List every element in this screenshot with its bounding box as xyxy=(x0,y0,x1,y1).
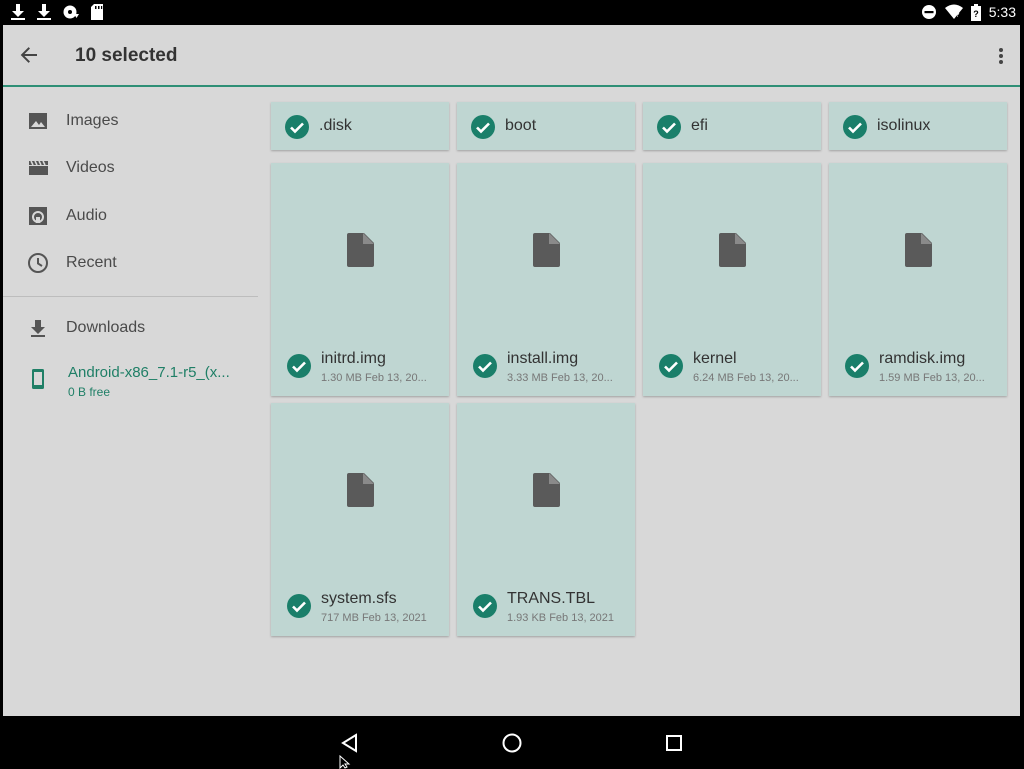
device-name: Android-x86_7.1-r5_(x... xyxy=(68,364,230,381)
file-name: ramdisk.img xyxy=(879,350,966,367)
download-icon xyxy=(31,320,45,337)
drawer-item-recent[interactable]: Recent xyxy=(3,242,258,286)
drawer-item-device[interactable]: Android-x86_7.1-r5_(x... 0 B free xyxy=(3,354,258,410)
files-app: 10 selected Images Videos Audio Recent D… xyxy=(3,25,1020,716)
file-name: initrd.img xyxy=(321,350,386,367)
file-tile[interactable]: ramdisk.img 1.59 MB Feb 13, 20... xyxy=(829,163,1007,396)
file-tile[interactable]: system.sfs 717 MB Feb 13, 2021 xyxy=(271,403,449,636)
status-bar: ? ? 5:33 xyxy=(0,0,1024,25)
document-icon xyxy=(533,473,560,507)
nav-recents-button[interactable] xyxy=(663,732,685,754)
file-name: install.img xyxy=(507,350,579,367)
file-name: kernel xyxy=(693,350,737,367)
folder-tile[interactable]: boot xyxy=(457,102,635,150)
check-circle-icon xyxy=(473,594,497,618)
file-name: TRANS.TBL xyxy=(507,590,596,607)
selection-count-title: 10 selected xyxy=(75,45,178,66)
file-meta: 3.33 MB Feb 13, 20... xyxy=(507,372,613,384)
svg-text:?: ? xyxy=(973,9,979,19)
folder-name: .disk xyxy=(319,117,352,134)
check-circle-icon xyxy=(285,115,309,139)
svg-text:?: ? xyxy=(955,12,959,19)
image-icon xyxy=(29,113,47,129)
check-circle-icon xyxy=(659,354,683,378)
check-circle-icon xyxy=(657,115,681,139)
more-options-button[interactable] xyxy=(994,45,1008,67)
clock-icon xyxy=(28,253,48,273)
more-vert-icon xyxy=(999,48,1003,64)
device-free-space: 0 B free xyxy=(68,385,111,399)
file-meta: 1.93 KB Feb 13, 2021 xyxy=(507,612,615,624)
drawer-item-downloads[interactable]: Downloads xyxy=(3,307,258,351)
file-tile[interactable]: kernel 6.24 MB Feb 13, 20... xyxy=(643,163,821,396)
document-icon xyxy=(347,473,374,507)
home-icon xyxy=(502,733,522,753)
file-name: system.sfs xyxy=(321,590,397,607)
drawer-item-label: Audio xyxy=(66,207,107,224)
phone-icon xyxy=(32,369,44,389)
drawer-item-audio[interactable]: Audio xyxy=(3,195,258,239)
check-circle-icon xyxy=(845,354,869,378)
drawer-item-videos[interactable]: Videos xyxy=(3,147,258,191)
do-not-disturb-icon xyxy=(921,4,937,20)
battery-icon: ? xyxy=(970,3,981,21)
roots-drawer: Images Videos Audio Recent Downloads And… xyxy=(3,89,258,716)
folder-name: boot xyxy=(505,117,537,134)
folder-name: efi xyxy=(691,117,708,134)
audio-icon xyxy=(29,207,47,225)
back-icon xyxy=(341,733,357,753)
file-meta: 1.59 MB Feb 13, 20... xyxy=(879,372,985,384)
folder-tile[interactable]: .disk xyxy=(271,102,449,150)
file-meta: 717 MB Feb 13, 2021 xyxy=(321,612,427,624)
drawer-item-images[interactable]: Images xyxy=(3,100,258,144)
file-grid: .disk boot efi isolinux initrd.img 1.30 … xyxy=(258,89,1020,716)
folder-tile[interactable]: efi xyxy=(643,102,821,150)
file-tile[interactable]: TRANS.TBL 1.93 KB Feb 13, 2021 xyxy=(457,403,635,636)
check-circle-icon xyxy=(843,115,867,139)
sd-card-icon xyxy=(90,3,104,21)
download-icon xyxy=(36,3,52,21)
file-meta: 6.24 MB Feb 13, 20... xyxy=(693,372,799,384)
system-nav-bar xyxy=(0,716,1024,768)
mouse-cursor-icon xyxy=(339,755,351,769)
download-icon xyxy=(10,3,26,21)
document-icon xyxy=(347,233,374,267)
file-tile[interactable]: install.img 3.33 MB Feb 13, 20... xyxy=(457,163,635,396)
drawer-item-label: Recent xyxy=(66,254,117,271)
nav-home-button[interactable] xyxy=(501,732,523,754)
check-circle-icon xyxy=(471,115,495,139)
back-button[interactable] xyxy=(16,42,42,68)
selection-toolbar: 10 selected xyxy=(3,25,1020,87)
file-meta: 1.30 MB Feb 13, 20... xyxy=(321,372,427,384)
wifi-icon: ? xyxy=(944,4,963,20)
check-circle-icon xyxy=(287,594,311,618)
drawer-divider xyxy=(3,296,258,297)
check-circle-icon xyxy=(473,354,497,378)
drawer-item-label: Images xyxy=(66,112,119,129)
folder-name: isolinux xyxy=(877,117,931,134)
document-icon xyxy=(905,233,932,267)
file-tile[interactable]: initrd.img 1.30 MB Feb 13, 20... xyxy=(271,163,449,396)
sync-disc-icon xyxy=(62,3,80,21)
nav-back-button[interactable] xyxy=(339,732,361,754)
drawer-item-label: Downloads xyxy=(66,319,146,336)
document-icon xyxy=(533,233,560,267)
movie-icon xyxy=(29,160,48,175)
folder-tile[interactable]: isolinux xyxy=(829,102,1007,150)
arrow-back-icon xyxy=(20,47,37,63)
recents-icon xyxy=(666,735,682,751)
document-icon xyxy=(719,233,746,267)
clock-time: 5:33 xyxy=(988,4,1016,20)
check-circle-icon xyxy=(287,354,311,378)
drawer-item-label: Videos xyxy=(66,159,115,176)
